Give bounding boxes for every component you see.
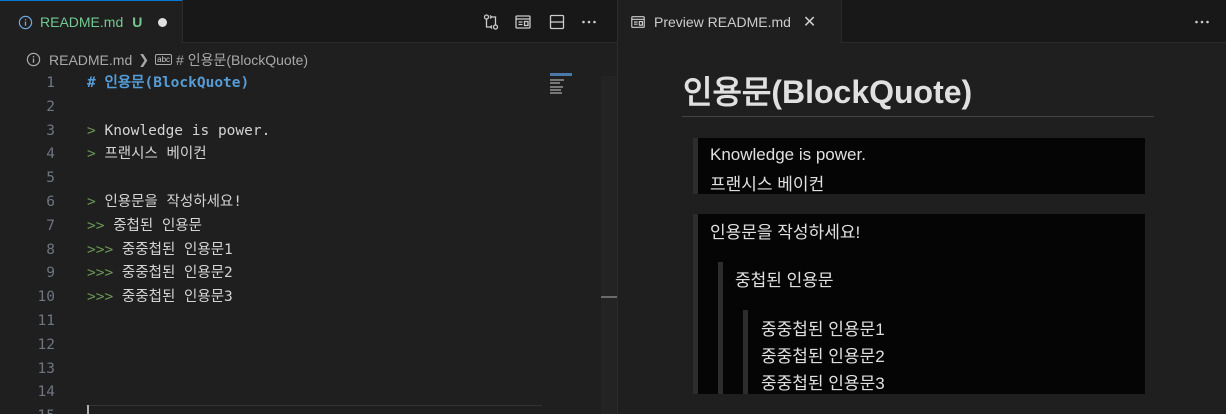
minimap[interactable]	[550, 73, 572, 95]
line-number: 11	[37, 313, 55, 329]
nested2-blockquote-line: 중중첩된 인용문3	[761, 374, 885, 393]
line-content: >>> 중중첩된 인용문3	[87, 286, 233, 309]
more-actions-icon[interactable]	[579, 12, 599, 32]
breadcrumb-file[interactable]: README.md	[49, 52, 132, 68]
quote-marker: >	[87, 146, 105, 163]
line-number: 3	[46, 122, 55, 139]
blockquote: Knowledge is power. 프랜시스 베이컨	[693, 138, 1145, 194]
line-number: 9	[46, 265, 55, 282]
heading-token: # 인용문(BlockQuote)	[87, 75, 250, 91]
line-content: >>> 중중첩된 인용문1	[87, 239, 233, 262]
nested2-blockquote-line: 중중첩된 인용문2	[761, 347, 885, 366]
line-number: 8	[46, 241, 55, 258]
editor-tab-bar: README.md U	[0, 0, 617, 43]
line-number: 12	[37, 336, 55, 353]
code-editor[interactable]: 1 # 인용문(BlockQuote) 2 3 > Knowledge is power…	[0, 72, 600, 414]
unsaved-dot-icon[interactable]	[158, 17, 168, 27]
line-content: > Knowledge is power.	[87, 120, 270, 143]
line-number: 6	[46, 194, 55, 210]
text-token: 중첩된 인용문	[113, 217, 202, 234]
open-preview-icon[interactable]	[513, 12, 533, 32]
nested2-blockquote-line: 중중첩된 인용문1	[761, 320, 885, 339]
text-token: 인용문을 작성하세요!	[104, 194, 242, 210]
compare-changes-icon[interactable]	[481, 12, 501, 32]
blockquote-line: Knowledge is power.	[710, 145, 866, 164]
line-content: >>> 중중첩된 인용문2	[87, 262, 233, 285]
blockquote-line: 인용문을 작성하세요!	[710, 223, 861, 242]
line-content: > 프랜시스 베이컨	[87, 143, 207, 166]
line-number: 2	[46, 98, 55, 115]
nested-quote-bar	[718, 262, 723, 394]
blockquote: 인용문을 작성하세요! 중첩된 인용문 중중첩된 인용문1 중중첩된 인용문2 …	[693, 214, 1145, 394]
breadcrumb-symbol[interactable]: # 인용문(BlockQuote)	[176, 50, 308, 70]
chevron-right-icon: ❯	[138, 51, 150, 67]
nested-blockquote-line: 중첩된 인용문	[735, 271, 834, 290]
markdown-preview: 인용문(BlockQuote) Knowledge is power. 프랜시스…	[618, 43, 1226, 414]
preview-group: Preview README.md ✕ 인용문(BlockQuote) Know…	[618, 0, 1226, 414]
text-token: 프랜시스 베이컨	[104, 146, 207, 163]
line-number: 14	[37, 384, 55, 401]
info-icon	[26, 52, 41, 67]
quote-marker: >>	[87, 217, 114, 234]
quote-marker: >>>	[87, 241, 122, 258]
line-number: 13	[37, 360, 55, 377]
quote-marker: >>>	[87, 289, 122, 306]
heading-rule	[682, 116, 1154, 117]
git-status-badge: U	[132, 14, 143, 30]
line-content: > 인용문을 작성하세요!	[87, 191, 242, 214]
text-token: 중중첩된 인용문2	[121, 265, 233, 282]
line-number: 5	[46, 170, 55, 187]
quote-marker: >	[87, 194, 105, 210]
editor-group: README.md U README.md ❯ abc # 인용문(BlockQ…	[0, 0, 617, 414]
preview-heading: 인용문(BlockQuote)	[683, 74, 973, 110]
quote-marker: >>>	[87, 265, 122, 282]
vertical-scrollbar[interactable]	[601, 76, 617, 414]
preview-icon	[631, 15, 645, 28]
scrollbar-cursor-marker	[601, 296, 617, 298]
nested2-quote-bar	[743, 310, 748, 394]
info-icon	[18, 15, 33, 29]
line-content: >> 중첩된 인용문	[87, 215, 202, 238]
preview-tab-bar: Preview README.md ✕	[618, 0, 1226, 43]
line-number: 7	[46, 217, 55, 234]
string-symbol-icon: abc	[155, 54, 173, 65]
tab-label: Preview README.md	[654, 13, 791, 30]
tab-label: README.md	[40, 14, 124, 30]
line-number: 10	[37, 289, 55, 306]
split-editor-icon[interactable]	[547, 12, 567, 32]
current-line-highlight	[86, 405, 542, 406]
close-icon[interactable]: ✕	[803, 12, 816, 32]
more-actions-icon[interactable]	[1192, 12, 1212, 32]
line-content: # 인용문(BlockQuote)	[87, 72, 249, 95]
tab-preview-readme[interactable]: Preview README.md ✕	[618, 0, 842, 43]
tab-readme[interactable]: README.md U	[0, 0, 183, 43]
text-cursor	[87, 405, 89, 414]
line-number: 1	[46, 75, 55, 91]
line-number: 4	[46, 146, 55, 163]
quote-marker: >	[87, 122, 105, 139]
blockquote-line: 프랜시스 베이컨	[710, 175, 825, 194]
line-number: 15	[0, 405, 55, 414]
text-token: 중중첩된 인용문3	[121, 289, 233, 306]
text-token: 중중첩된 인용문1	[121, 241, 233, 258]
text-token: Knowledge is power.	[104, 122, 271, 139]
